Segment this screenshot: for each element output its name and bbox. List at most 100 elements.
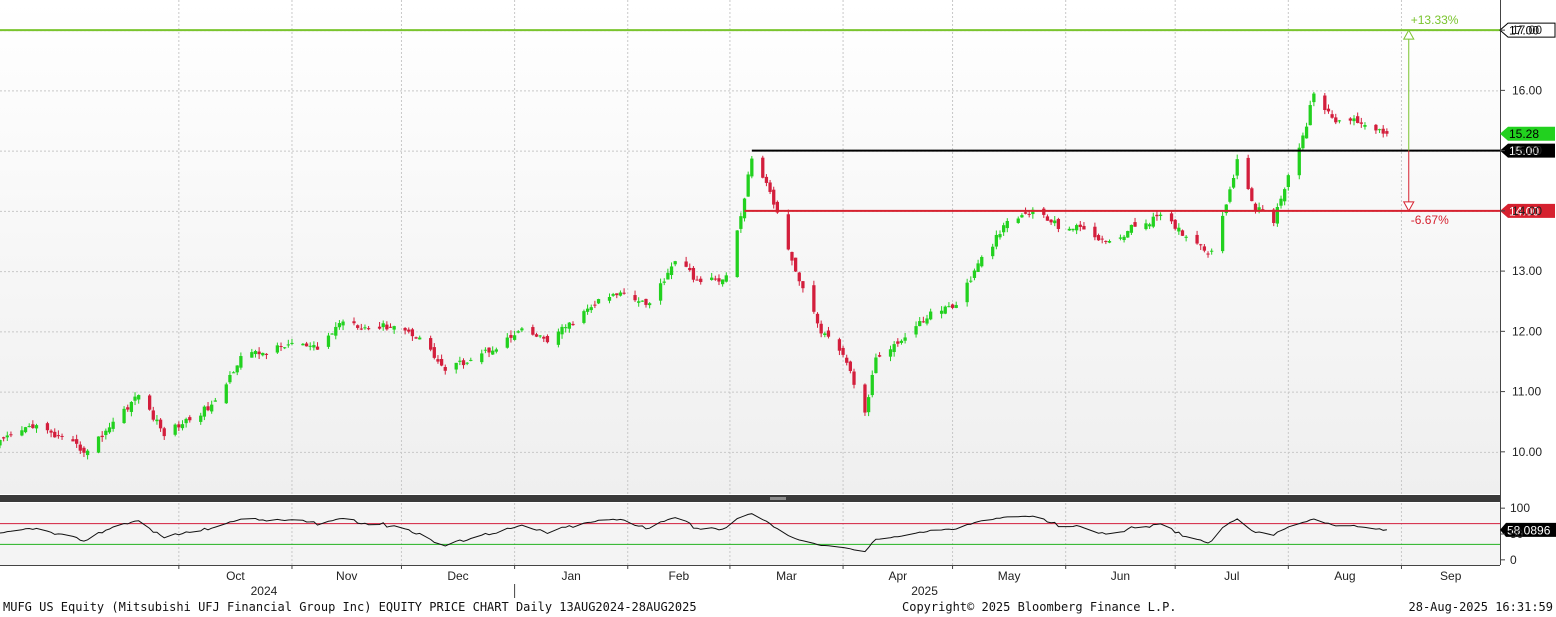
- candle-body: [454, 362, 458, 370]
- candle-body: [180, 424, 185, 429]
- candle-body: [388, 326, 393, 328]
- candle-body: [202, 406, 207, 417]
- x-tick-label: May: [998, 569, 1021, 583]
- target-percent-label: -6.67%: [1411, 213, 1449, 227]
- candle-body: [1144, 223, 1148, 230]
- candle-body: [939, 310, 944, 314]
- candle-body: [852, 371, 856, 385]
- candle-body: [308, 345, 312, 347]
- candle-body: [947, 306, 951, 308]
- candle-body: [1027, 213, 1031, 215]
- candle-body: [377, 326, 382, 329]
- indicator-y-tick-label: 100: [1510, 501, 1530, 515]
- candle-body: [688, 267, 692, 271]
- candle-body: [1071, 228, 1075, 231]
- candle-body: [1253, 203, 1258, 211]
- candle-body: [556, 331, 561, 345]
- candle-body: [545, 336, 550, 343]
- candle-body: [1133, 222, 1137, 227]
- candle-body: [512, 335, 517, 340]
- panel-splitter[interactable]: [0, 495, 1500, 502]
- candle-body: [1312, 93, 1316, 103]
- candle-body: [1067, 228, 1071, 231]
- candle-body: [994, 234, 998, 247]
- candle-body: [34, 425, 39, 429]
- splitter-grip[interactable]: [770, 497, 786, 500]
- price-chart: 17.0015.0014.0015.28+13.33%-6.67% 58.089…: [0, 0, 1556, 598]
- candle-body: [487, 347, 491, 353]
- candle-body: [5, 435, 9, 438]
- candle-body: [461, 360, 466, 366]
- candle-body: [31, 424, 35, 428]
- candle-body: [538, 335, 542, 337]
- candle-body: [633, 295, 637, 301]
- candle-body: [1199, 244, 1203, 246]
- candle-body: [892, 344, 896, 353]
- candle-body: [684, 261, 688, 267]
- candle-body: [465, 362, 469, 364]
- candle-body: [363, 327, 367, 329]
- candle-body: [56, 435, 61, 437]
- candle-body: [1075, 225, 1079, 231]
- candle-body: [863, 384, 867, 413]
- candle-body: [177, 424, 181, 428]
- candle-body: [312, 345, 316, 348]
- y-tick-label: 11.00: [1512, 385, 1541, 399]
- indicator-y-tick-label: 0: [1510, 553, 1517, 567]
- candle-body: [1326, 108, 1331, 112]
- indicator-y-tick-label: 50: [1510, 527, 1524, 541]
- x-tick-label: Oct: [226, 569, 245, 583]
- candle-body: [943, 306, 947, 314]
- candle-body: [564, 327, 568, 329]
- candle-body: [1056, 218, 1061, 229]
- x-tick-label: Aug: [1334, 569, 1355, 583]
- candle-body: [257, 351, 261, 355]
- x-tick-label: Jul: [1224, 569, 1239, 583]
- candle-body: [739, 216, 743, 229]
- candle-body: [334, 326, 338, 336]
- candle-body: [206, 406, 210, 411]
- candle-body: [27, 426, 31, 428]
- candle-body: [356, 325, 360, 328]
- candle-body: [1348, 118, 1353, 121]
- candle-body: [1297, 147, 1301, 176]
- candle-body: [1158, 214, 1163, 216]
- candle-body: [980, 256, 984, 267]
- candle-body: [976, 263, 980, 272]
- candle-body: [1308, 105, 1312, 126]
- candle-body: [1374, 124, 1378, 131]
- candle-body: [764, 176, 769, 183]
- candle-body: [151, 410, 155, 420]
- x-tick-label: Mar: [776, 569, 797, 583]
- candle-body: [615, 293, 619, 296]
- candle-body: [826, 330, 831, 337]
- candle-body: [695, 279, 699, 281]
- candle-body: [392, 326, 396, 330]
- candle-body: [439, 358, 444, 366]
- y-tick-label: 14.00: [1512, 204, 1542, 218]
- candle-body: [516, 331, 520, 333]
- candle-body: [866, 397, 871, 413]
- candle-body: [429, 338, 433, 350]
- candle-body: [60, 435, 64, 437]
- candle-body: [85, 450, 90, 456]
- candle-body: [1155, 214, 1159, 217]
- candle-body: [1107, 241, 1112, 243]
- candle-body: [585, 308, 590, 312]
- candle-body: [899, 340, 904, 343]
- candle-body: [1126, 231, 1130, 238]
- candle-body: [1100, 238, 1104, 240]
- candle-body: [283, 347, 287, 349]
- copyright-text: Copyright© 2025 Bloomberg Finance L.P.: [902, 600, 1177, 614]
- candle-body: [315, 346, 320, 350]
- candle-body: [746, 174, 750, 197]
- candle-body: [235, 365, 239, 373]
- x-axis: Oct Nov Dec Jan Feb Mar Apr May Jun Jul Aug Sep 2024…: [178, 565, 1462, 598]
- candle-body: [874, 357, 878, 374]
- candle-body: [1337, 120, 1342, 122]
- x-tick-label: Feb: [668, 569, 689, 583]
- candle-body: [1352, 118, 1356, 122]
- candle-body: [888, 349, 893, 357]
- x-tick-label: Apr: [888, 569, 907, 583]
- candle-body: [96, 436, 101, 453]
